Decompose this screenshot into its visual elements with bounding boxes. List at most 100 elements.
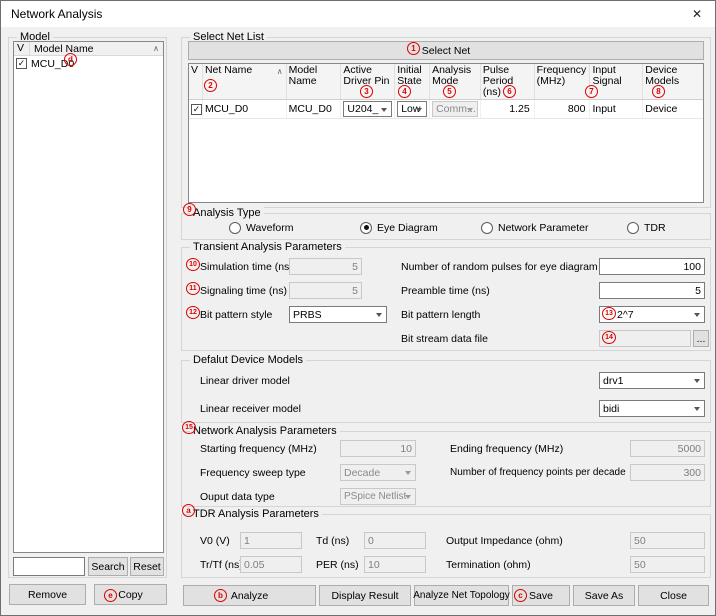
td-label: Td (ns) xyxy=(316,535,349,547)
annotation-c: c xyxy=(514,589,527,602)
per-field xyxy=(364,556,426,573)
termination-label: Termination (ohm) xyxy=(446,559,531,571)
annotation-8: 8 xyxy=(652,85,665,98)
remove-button[interactable]: Remove xyxy=(9,584,86,605)
per-label: PER (ns) xyxy=(316,559,359,571)
window-title: Network Analysis xyxy=(11,7,102,21)
annotation-e: e xyxy=(104,589,117,602)
model-name-cell: MCU_D0 xyxy=(287,100,342,118)
chevron-down-icon xyxy=(376,313,382,317)
termination-field xyxy=(630,556,705,573)
network-params-label: Network Analysis Parameters xyxy=(190,425,340,437)
bit-pattern-style-label: Bit pattern style xyxy=(200,309,272,321)
sort-asc-icon: ∧ xyxy=(153,44,159,53)
input-signal-cell[interactable]: Input xyxy=(590,100,643,118)
search-button[interactable]: Search xyxy=(88,557,128,576)
net-table-row[interactable]: ✓ MCU_D0 MCU_D0 U204_ Low Comm... 1.25 8… xyxy=(189,100,703,119)
col-header-frequency[interactable]: Frequency (MHz) xyxy=(535,64,591,99)
reset-button[interactable]: Reset xyxy=(130,557,164,576)
annotation-a: a xyxy=(182,504,195,517)
display-result-button[interactable]: Display Result xyxy=(319,585,411,606)
radio-eye-diagram[interactable]: Eye Diagram xyxy=(360,221,438,234)
browse-button[interactable]: ... xyxy=(693,330,709,347)
default-device-models-label: Defalut Device Models xyxy=(190,354,306,366)
bit-stream-file-label: Bit stream data file xyxy=(401,333,488,345)
analysis-type-label: Analysis Type xyxy=(190,207,264,219)
net-name-cell: MCU_D0 xyxy=(203,100,287,118)
trtf-field xyxy=(240,556,302,573)
annotation-2: 2 xyxy=(204,79,217,92)
annotation-1: 1 xyxy=(407,42,420,55)
output-impedance-label: Output Impedance (ohm) xyxy=(446,535,563,547)
chevron-down-icon xyxy=(694,379,700,383)
annotation-5: 5 xyxy=(443,85,456,98)
radio-network-parameter[interactable]: Network Parameter xyxy=(481,221,588,234)
model-header-name: Model Name xyxy=(30,43,163,55)
radio-circle-selected xyxy=(360,222,372,234)
annotation-d: d xyxy=(64,53,77,66)
frequency-sweep-type-label: Frequency sweep type xyxy=(200,467,306,479)
model-list: V Model Name ∧ ✓ MCU_D0 xyxy=(13,41,164,553)
search-input[interactable] xyxy=(13,557,85,576)
analysis-mode-select: Comm... xyxy=(432,101,478,117)
chevron-down-icon xyxy=(381,108,387,112)
chevron-down-icon xyxy=(416,108,422,112)
ending-frequency-field xyxy=(630,440,705,457)
bit-pattern-length-label: Bit pattern length xyxy=(401,309,480,321)
radio-circle xyxy=(481,222,493,234)
net-checkbox[interactable]: ✓ xyxy=(191,104,202,115)
col-header-v[interactable]: V xyxy=(189,64,203,99)
analyze-button[interactable]: Analyze xyxy=(183,585,316,606)
annotation-10: 10 xyxy=(186,258,200,271)
radio-circle xyxy=(627,222,639,234)
points-per-decade-label: Number of frequency points per decade xyxy=(450,467,626,478)
model-checkbox[interactable]: ✓ xyxy=(16,58,27,69)
preamble-time-label: Preamble time (ns) xyxy=(401,285,490,297)
preamble-time-field[interactable] xyxy=(599,282,705,299)
simulation-time-field xyxy=(289,258,362,275)
tdr-params-label: TDR Analysis Parameters xyxy=(190,508,322,520)
annotation-6: 6 xyxy=(503,85,516,98)
annotation-b: b xyxy=(214,589,227,602)
network-analysis-dialog: Network Analysis ✕ Model V Model Name ∧ … xyxy=(0,0,716,616)
v0-label: V0 (V) xyxy=(200,535,230,547)
device-models-cell[interactable]: Device xyxy=(643,100,703,118)
chevron-down-icon xyxy=(467,108,473,112)
annotation-7: 7 xyxy=(585,85,598,98)
sort-asc-icon: ∧ xyxy=(277,66,283,77)
output-data-type-label: Ouput data type xyxy=(200,491,275,503)
radio-circle xyxy=(229,222,241,234)
annotation-11: 11 xyxy=(186,282,200,295)
model-header-v: V xyxy=(14,42,30,55)
pulse-period-cell[interactable]: 1.25 xyxy=(481,100,535,118)
close-button[interactable]: Close xyxy=(638,585,709,606)
model-list-item[interactable]: ✓ MCU_D0 xyxy=(14,56,163,71)
active-driver-pin-select[interactable]: U204_ xyxy=(343,101,392,117)
initial-state-select[interactable]: Low xyxy=(397,101,427,117)
radio-tdr[interactable]: TDR xyxy=(627,221,666,234)
td-field xyxy=(364,532,426,549)
linear-receiver-model-select[interactable]: bidi xyxy=(599,400,705,417)
select-net-button[interactable]: Select Net xyxy=(188,41,704,60)
frequency-cell[interactable]: 800 xyxy=(535,100,591,118)
radio-waveform[interactable]: Waveform xyxy=(229,221,293,234)
col-header-input-signal[interactable]: Input Signal xyxy=(590,64,643,99)
starting-frequency-field xyxy=(340,440,416,457)
chevron-down-icon xyxy=(694,407,700,411)
save-as-button[interactable]: Save As xyxy=(573,585,635,606)
titlebar: Network Analysis ✕ xyxy=(1,1,715,27)
output-data-type-select: PSpice Netlist xyxy=(340,488,416,505)
output-impedance-field xyxy=(630,532,705,549)
model-list-header[interactable]: V Model Name ∧ xyxy=(14,42,163,56)
bit-pattern-style-select[interactable]: PRBS xyxy=(289,306,387,323)
chevron-down-icon xyxy=(405,495,411,499)
random-pulses-field[interactable] xyxy=(599,258,705,275)
close-icon[interactable]: ✕ xyxy=(679,1,715,27)
col-header-model-name[interactable]: Model Name xyxy=(287,64,342,99)
linear-driver-model-select[interactable]: drv1 xyxy=(599,372,705,389)
ending-frequency-label: Ending frequency (MHz) xyxy=(450,443,563,455)
chevron-down-icon xyxy=(405,471,411,475)
annotation-9: 9 xyxy=(183,203,196,216)
annotation-12: 12 xyxy=(186,306,200,319)
analyze-net-topology-button[interactable]: Analyze Net Topology xyxy=(414,585,509,606)
